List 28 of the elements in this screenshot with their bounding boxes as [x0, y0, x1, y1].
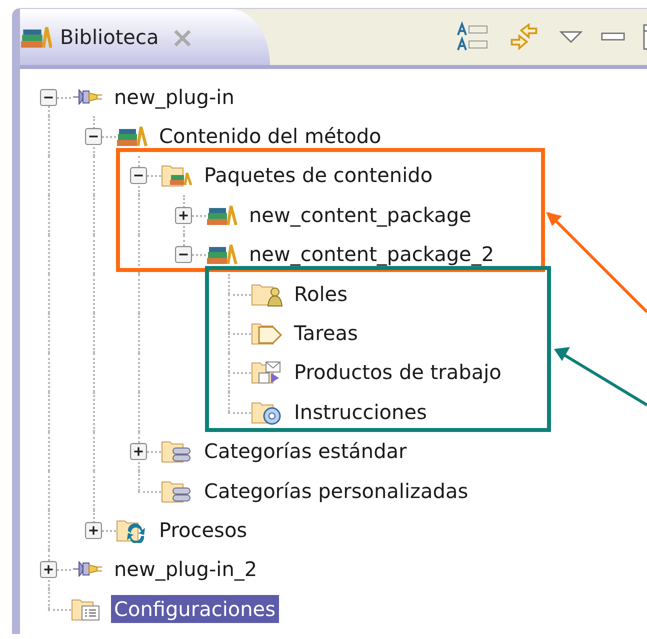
- tree-item[interactable]: new_plug-in_2: [111, 555, 260, 584]
- books-icon: [20, 24, 52, 50]
- view-menu-icon[interactable]: [559, 30, 583, 44]
- expand-toggle[interactable]: [175, 206, 192, 224]
- expand-toggle[interactable]: [85, 522, 102, 539]
- sort-icon[interactable]: [455, 21, 489, 53]
- tree-item[interactable]: Roles: [291, 280, 351, 308]
- tree-item[interactable]: new_content_package_2: [246, 240, 498, 268]
- expand-toggle[interactable]: [130, 443, 147, 460]
- tree-item[interactable]: Tareas: [291, 319, 361, 348]
- tree-item[interactable]: Paquetes de contenido: [201, 161, 436, 190]
- tree-item[interactable]: Categorías personalizadas: [201, 476, 472, 505]
- tree-item[interactable]: Configuraciones: [111, 594, 279, 623]
- expand-toggle[interactable]: [85, 128, 102, 146]
- tree-item[interactable]: Categorías estándar: [201, 437, 410, 466]
- expand-toggle[interactable]: [175, 246, 192, 264]
- tree-item[interactable]: Instrucciones: [291, 398, 430, 426]
- tree-item[interactable]: new_plug-in: [111, 82, 238, 111]
- folder-document-icon: [251, 359, 283, 386]
- tab-title: Biblioteca: [60, 25, 159, 49]
- tree-item[interactable]: Contenido del método: [156, 122, 384, 150]
- tree-item[interactable]: new_content_package: [246, 200, 474, 229]
- tree-item[interactable]: Procesos: [156, 516, 250, 544]
- library-tab[interactable]: Biblioteca ×: [20, 9, 270, 65]
- expand-toggle[interactable]: [40, 88, 57, 106]
- tree-item[interactable]: Productos de trabajo: [291, 358, 504, 386]
- expand-toggle[interactable]: [40, 561, 57, 578]
- expand-toggle[interactable]: [130, 167, 147, 184]
